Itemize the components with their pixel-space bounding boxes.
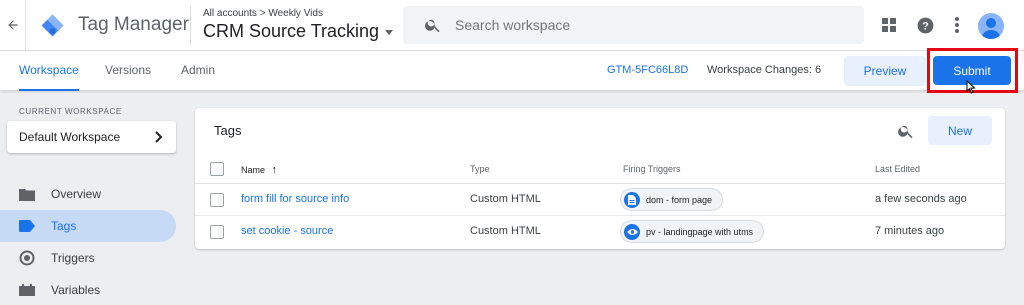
sidebar-item-tags[interactable]: Tags [0, 210, 176, 242]
search-icon[interactable] [897, 122, 915, 140]
workspace-changes-count: Workspace Changes: 6 [707, 64, 822, 76]
sidebar-item-label: Variables [51, 283, 101, 297]
preview-button[interactable]: Preview [844, 56, 926, 86]
sidebar-item-label: Overview [51, 187, 102, 201]
divider [25, 0, 26, 51]
container-id-link[interactable]: GTM-5FC66L8D [607, 64, 688, 76]
workspace-name: Default Workspace [19, 130, 121, 144]
breadcrumb[interactable]: All accounts > Weekly Vids [203, 8, 323, 19]
last-edited: 7 minutes ago [875, 225, 945, 237]
tag-icon [19, 218, 35, 234]
sidebar-item-variables[interactable]: Variables [0, 274, 176, 305]
select-all-checkbox[interactable] [210, 162, 224, 176]
back-arrow-icon[interactable] [3, 12, 23, 38]
table-header: Name ↑ Type Firing Triggers Last Edited [195, 154, 1005, 184]
variables-icon [19, 282, 35, 298]
more-vert-icon[interactable] [946, 14, 968, 36]
table-row: form fill for source info Custom HTML do… [195, 184, 1005, 216]
column-header-name[interactable]: Name ↑ [241, 164, 277, 176]
trigger-icon [19, 250, 35, 266]
sidebar-item-label: Tags [51, 219, 77, 233]
row-checkbox[interactable] [210, 193, 224, 207]
sidebar-item-label: Triggers [51, 251, 95, 265]
tag-name-link[interactable]: form fill for source info [241, 193, 349, 205]
document-icon [624, 191, 640, 208]
last-edited: a few seconds ago [875, 193, 967, 205]
column-header-last-edited: Last Edited [875, 164, 921, 174]
tag-manager-logo [40, 13, 65, 38]
tag-type: Custom HTML [470, 225, 541, 237]
chevron-right-icon [155, 131, 163, 143]
tag-name-link[interactable]: set cookie - source [241, 225, 333, 237]
mouse-cursor-icon [966, 79, 976, 99]
sidebar-item-overview[interactable]: Overview [0, 178, 176, 210]
search-bar[interactable] [403, 6, 864, 44]
trigger-chip[interactable]: pv - landingpage with utms [620, 220, 765, 243]
row-checkbox[interactable] [210, 225, 224, 239]
dropdown-caret-icon [385, 29, 394, 35]
trigger-chip[interactable]: dom - form page [620, 188, 724, 211]
app-name: Tag Manager [78, 14, 189, 35]
search-input[interactable] [455, 17, 835, 33]
table-row: set cookie - source Custom HTML pv - lan… [195, 216, 1005, 248]
new-tag-button[interactable]: New [928, 116, 992, 145]
eye-icon [624, 223, 640, 240]
app-header: Tag Manager All accounts > Weekly Vids C… [0, 0, 1024, 51]
column-header-firing-triggers: Firing Triggers [623, 164, 681, 174]
current-workspace-label: CURRENT WORKSPACE [19, 107, 122, 116]
column-header-type: Type [470, 164, 490, 174]
divider [190, 6, 191, 45]
tab-versions[interactable]: Versions [105, 51, 151, 91]
tab-admin[interactable]: Admin [181, 51, 215, 91]
trigger-name: dom - form page [646, 194, 713, 205]
apps-grid-icon[interactable] [878, 14, 900, 36]
container-selector[interactable]: CRM Source Tracking [203, 21, 394, 42]
container-name: CRM Source Tracking [203, 21, 380, 41]
account-avatar[interactable] [978, 13, 1004, 39]
workspace-selector[interactable]: Default Workspace [7, 121, 176, 153]
search-icon [425, 19, 440, 33]
sidebar-item-triggers[interactable]: Triggers [0, 242, 176, 274]
tab-workspace[interactable]: Workspace [19, 51, 79, 91]
workspace-nav-bar: Workspace Versions Admin GTM-5FC66L8D Wo… [0, 51, 1024, 91]
card-title: Tags [214, 123, 242, 138]
folder-icon [19, 186, 35, 202]
trigger-name: pv - landingpage with utms [646, 226, 754, 237]
sort-arrow-icon: ↑ [271, 164, 278, 176]
tags-card: Tags New Name ↑ Type Firing Triggers Las… [195, 108, 1005, 249]
help-icon[interactable]: ? [914, 14, 936, 36]
tag-type: Custom HTML [470, 193, 541, 205]
svg-text:?: ? [922, 20, 929, 32]
